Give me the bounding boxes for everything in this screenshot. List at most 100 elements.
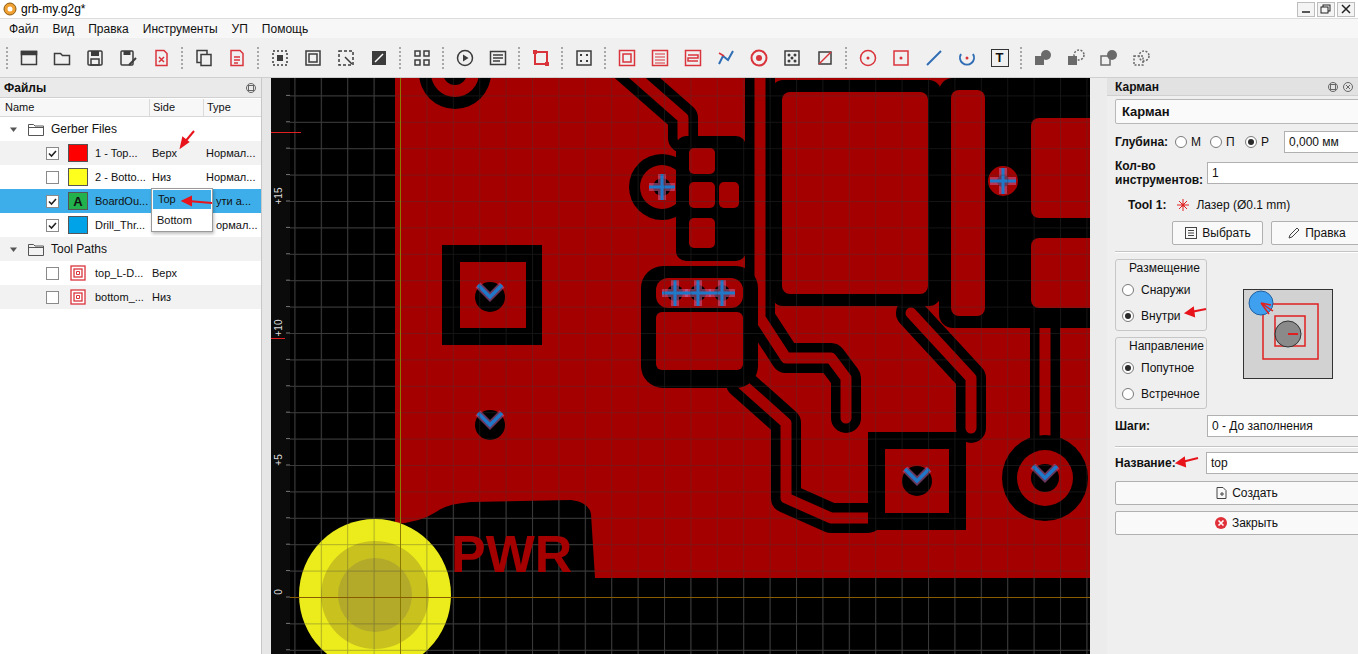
save-as-icon[interactable] (118, 48, 138, 68)
toolbar-grip[interactable] (177, 45, 187, 71)
toolbar-button[interactable] (362, 43, 395, 73)
depth-option[interactable]: П (1210, 133, 1245, 151)
close-window-icon[interactable] (1337, 2, 1355, 17)
direction-option[interactable]: Попутное (1122, 359, 1200, 377)
shape-xor-icon[interactable] (1132, 48, 1152, 68)
toolbar-grip[interactable] (2, 45, 12, 71)
file-row[interactable]: 2 - Botto...НизНормал... (0, 165, 261, 189)
close-button[interactable]: Закрыть (1115, 511, 1358, 535)
menu-item[interactable]: Инструменты (143, 20, 218, 38)
file-row[interactable]: top_L-D...Верх (0, 261, 261, 285)
play-icon[interactable] (455, 48, 475, 68)
depth-option[interactable]: Р (1245, 133, 1280, 151)
toolbar-button[interactable] (12, 43, 45, 73)
toolbar-button[interactable] (220, 43, 253, 73)
file-row[interactable]: 1 - Top...ВерхНормал... (0, 141, 261, 165)
checkbox[interactable] (46, 219, 59, 232)
depth-field[interactable]: 0,000 мм (1284, 131, 1358, 153)
toolbar-button[interactable] (187, 43, 220, 73)
checkbox[interactable] (46, 171, 59, 184)
menu-item[interactable]: Помощь (262, 20, 308, 38)
side-cell[interactable]: Низ (150, 169, 204, 186)
toolbar-button[interactable] (1059, 43, 1092, 73)
toolbar-grip[interactable] (253, 45, 263, 71)
radio-button[interactable] (1122, 362, 1134, 374)
dock-float-icon[interactable] (1327, 81, 1339, 93)
toolbar-button[interactable] (111, 43, 144, 73)
menu-item[interactable]: УП (232, 20, 248, 38)
menu-item[interactable]: Вид (53, 20, 75, 38)
toolbar-grip[interactable] (841, 45, 851, 71)
toolbar-button[interactable] (524, 43, 557, 73)
radio-button[interactable] (1122, 388, 1134, 400)
expand-arrow-icon[interactable] (9, 125, 18, 134)
pdf-icon[interactable] (227, 48, 247, 68)
toolbar-button[interactable]: T (983, 43, 1016, 73)
placement-option[interactable]: Внутри (1122, 307, 1200, 325)
toolbar-button[interactable] (329, 43, 362, 73)
shape-subtract-icon[interactable] (1066, 48, 1086, 68)
toolbar-button[interactable] (448, 43, 481, 73)
toolbar-button[interactable] (481, 43, 514, 73)
tool-button[interactable]: Выбрать (1172, 221, 1263, 245)
gcode-icon[interactable] (412, 48, 432, 68)
tree-group-row[interactable]: Tool Paths (0, 237, 261, 261)
radio-button[interactable] (1122, 310, 1134, 322)
dropdown-option[interactable]: Top (152, 189, 212, 210)
create-button[interactable]: Создать (1115, 481, 1358, 505)
shape-union-icon[interactable] (1033, 48, 1053, 68)
dropdown-option[interactable]: Bottom (152, 210, 212, 231)
menu-item[interactable]: Правка (88, 20, 129, 38)
checkbox[interactable] (46, 291, 59, 304)
toolbar-button[interactable] (851, 43, 884, 73)
new-window-icon[interactable] (19, 48, 39, 68)
toolbar-button[interactable] (775, 43, 808, 73)
circle-icon[interactable] (858, 48, 878, 68)
radio-button[interactable] (1210, 136, 1222, 148)
pocket-raster-icon[interactable] (650, 48, 670, 68)
bridges-icon[interactable] (782, 48, 802, 68)
copy-icon[interactable] (194, 48, 214, 68)
toolbar-button[interactable] (263, 43, 296, 73)
toolbar-grip[interactable] (1016, 45, 1026, 71)
toolbar-button[interactable] (742, 43, 775, 73)
toolbar-grip[interactable] (514, 45, 524, 71)
depth-option[interactable]: М (1175, 133, 1210, 151)
zoom-select-icon[interactable] (336, 48, 356, 68)
line-icon[interactable] (924, 48, 944, 68)
toolbar-button[interactable] (78, 43, 111, 73)
pocket-icon[interactable] (617, 48, 637, 68)
pcb-canvas[interactable]: +15+10+50PWR (271, 78, 1090, 654)
dock-close-icon[interactable] (1342, 81, 1354, 93)
polygon-icon[interactable] (815, 48, 835, 68)
toolbar-button[interactable] (643, 43, 676, 73)
toolbar-button[interactable] (45, 43, 78, 73)
thermal-icon[interactable] (749, 48, 769, 68)
toolbar-button[interactable] (1092, 43, 1125, 73)
menu-item[interactable]: Файл (9, 20, 39, 38)
toolbar-button[interactable] (884, 43, 917, 73)
point-icon[interactable] (891, 48, 911, 68)
file-row[interactable]: ABoardOu...ути а... (0, 189, 261, 213)
settings-list-icon[interactable] (488, 48, 508, 68)
radio-button[interactable] (1245, 136, 1257, 148)
checkbox[interactable] (46, 195, 59, 208)
pcb-drawing[interactable]: +15+10+50PWR (271, 78, 1090, 654)
toolbar-button[interactable] (808, 43, 841, 73)
tree-group-row[interactable]: Gerber Files (0, 117, 261, 141)
checkbox[interactable] (46, 147, 59, 160)
file-row[interactable]: bottom_...Низ (0, 285, 261, 309)
placement-option[interactable]: Снаружи (1122, 281, 1200, 299)
expand-arrow-icon[interactable] (9, 245, 18, 254)
name-field[interactable]: top (1206, 452, 1358, 474)
radio-button[interactable] (1175, 136, 1187, 148)
column-header[interactable]: Name (0, 99, 150, 116)
direction-option[interactable]: Встречное (1122, 385, 1200, 403)
toolbar-grip[interactable] (395, 45, 405, 71)
side-cell[interactable]: Верх (150, 145, 204, 162)
restore-icon[interactable] (1317, 2, 1335, 17)
tool-button[interactable]: Правка (1271, 221, 1358, 245)
toolbar-button[interactable] (1026, 43, 1059, 73)
file-row[interactable]: Drill_Thr...ормал... (0, 213, 261, 237)
toolbar-grip[interactable] (438, 45, 448, 71)
